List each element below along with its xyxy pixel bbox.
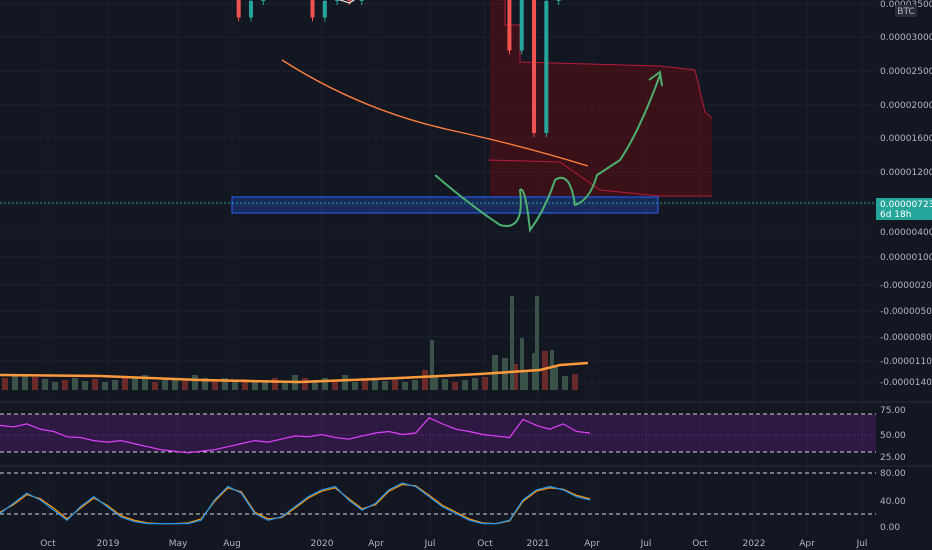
candle <box>347 0 352 1</box>
price-tick-label: 0.00003000 <box>880 33 932 43</box>
volume-bar <box>402 382 408 390</box>
candle <box>310 0 315 18</box>
volume-bar <box>252 382 258 390</box>
volume-bar <box>382 381 388 390</box>
volume-bar <box>472 378 478 390</box>
price-tick-label: -0.00000800 <box>880 333 932 343</box>
support-range-box <box>231 196 659 214</box>
time-tick-label: Apr <box>799 539 815 549</box>
time-tick-label: 2020 <box>311 539 334 549</box>
time-tick-label: Jul <box>424 539 436 549</box>
last-price-label: 0.00000723 <box>880 200 932 210</box>
price-tick-label: 0.00000100 <box>880 253 932 263</box>
time-tick-label: 2021 <box>527 539 550 549</box>
chart-background <box>0 0 932 550</box>
volume-bar <box>162 380 168 390</box>
candle <box>532 0 537 133</box>
candle <box>507 0 512 51</box>
time-tick-label: Oct <box>692 539 708 549</box>
candle <box>322 0 327 18</box>
volume-bar <box>122 378 128 390</box>
volume-bar <box>42 379 48 390</box>
rsi-band <box>0 414 876 452</box>
volume-bar <box>112 380 118 390</box>
time-tick-label: May <box>169 539 188 549</box>
volume-bar <box>442 379 448 390</box>
candle <box>248 0 253 18</box>
price-tick-label: -0.00000200 <box>880 281 932 291</box>
stoch-tick-label: 0.00 <box>880 523 900 533</box>
price-tick-label: -0.00000500 <box>880 307 932 317</box>
price-tick-label: 0.00002500 <box>880 67 932 77</box>
volume-bar <box>32 377 38 390</box>
candle <box>261 0 266 1</box>
volume-bar <box>452 382 458 390</box>
volume-spike <box>520 338 524 390</box>
price-tick-label: -0.00001100 <box>880 357 932 367</box>
time-tick-label: Apr <box>368 539 384 549</box>
time-tick-label: Oct <box>40 539 56 549</box>
volume-bar <box>392 379 398 390</box>
time-tick-label: Jul <box>856 539 868 549</box>
price-tick-label: 0.00000400 <box>880 228 932 238</box>
volume-bar <box>62 380 68 390</box>
volume-bar <box>342 375 348 390</box>
rsi-pane <box>0 413 876 454</box>
volume-bar <box>562 376 568 390</box>
candle <box>236 0 241 18</box>
volume-spike <box>535 296 539 390</box>
price-tick-label: 0.00001200 <box>880 168 932 178</box>
time-tick-label: 2022 <box>743 539 766 549</box>
volume-bar <box>152 382 158 390</box>
volume-bar <box>102 382 108 390</box>
candle <box>359 0 364 1</box>
rsi-tick-label: 75.00 <box>880 406 906 416</box>
volume-bar <box>132 377 138 390</box>
time-tick-label: Jul <box>640 539 652 549</box>
volume-bar <box>302 378 308 390</box>
countdown-label: 6d 18h <box>880 210 911 220</box>
candle <box>544 0 549 133</box>
time-tick-label: 2019 <box>97 539 120 549</box>
volume-bar <box>2 378 8 390</box>
volume-bar <box>352 382 358 390</box>
volume-bar <box>362 380 368 390</box>
currency-badge: BTC <box>897 7 914 17</box>
volume-bar <box>572 374 578 390</box>
stoch-tick-label: 80.00 <box>880 469 906 479</box>
volume-bar <box>412 380 418 390</box>
volume-bar <box>422 370 428 390</box>
volume-spike <box>550 350 554 390</box>
volume-bar <box>482 377 488 390</box>
volume-bar <box>82 381 88 390</box>
rsi-tick-label: 50.00 <box>880 431 906 441</box>
trading-chart[interactable]: 0.000035000.000030000.000025000.00002000… <box>0 0 932 550</box>
volume-bar <box>462 380 468 390</box>
volume-bar <box>52 382 58 390</box>
time-tick-label: Apr <box>584 539 600 549</box>
volume-bar <box>182 381 188 390</box>
volume-bar <box>192 375 198 390</box>
volume-bar <box>232 381 238 390</box>
volume-bar <box>92 379 98 390</box>
volume-bar <box>502 358 508 390</box>
volume-spike <box>510 296 514 390</box>
candle <box>519 0 524 51</box>
price-tick-label: 0.00001600 <box>880 134 932 144</box>
time-tick-label: Oct <box>477 539 493 549</box>
time-tick-label: Aug <box>223 539 241 549</box>
rsi-tick-label: 25.00 <box>880 453 906 463</box>
volume-bar <box>272 378 278 390</box>
stoch-tick-label: 40.00 <box>880 497 906 507</box>
volume-bar <box>12 376 18 390</box>
volume-bar <box>332 381 338 390</box>
candle <box>335 0 340 1</box>
price-tick-label: -0.00001400 <box>880 378 932 388</box>
volume-spike <box>430 340 434 390</box>
volume-bar <box>72 378 78 390</box>
price-tick-label: 0.00002000 <box>880 101 932 111</box>
candle <box>556 0 561 1</box>
